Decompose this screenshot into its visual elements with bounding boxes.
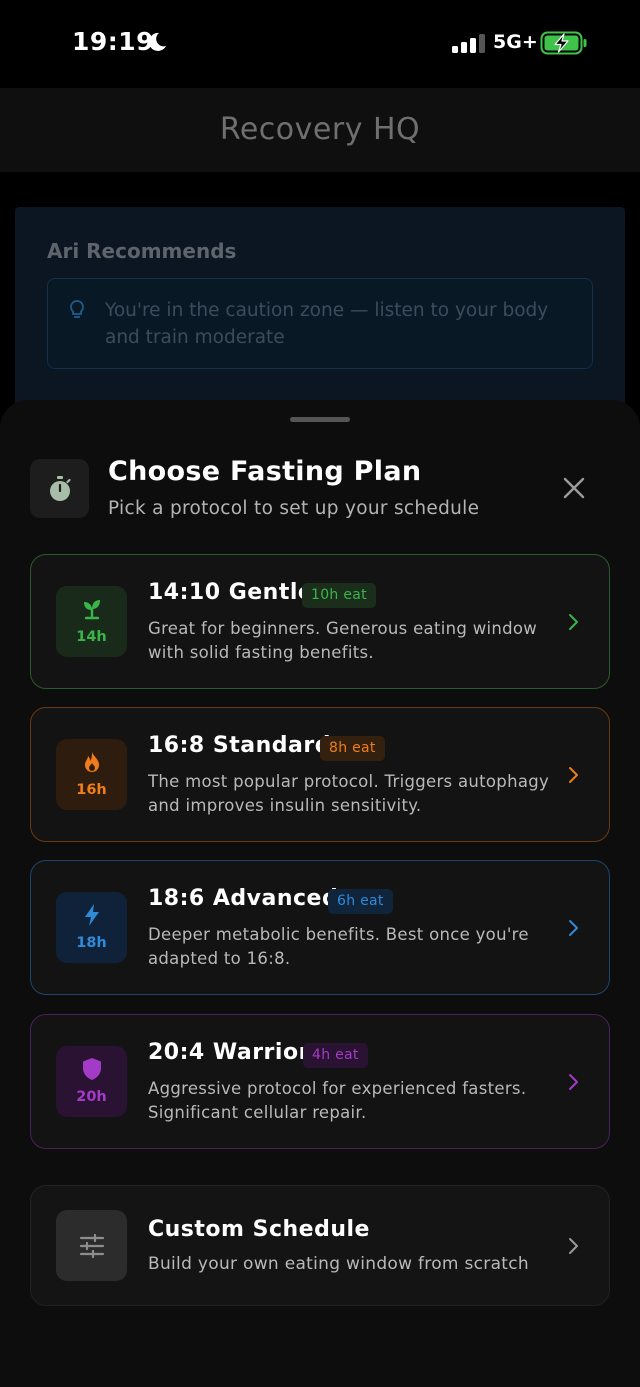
plan-fasting-hours: 16h xyxy=(76,782,107,798)
eating-window-badge: 8h eat xyxy=(320,736,385,761)
custom-schedule-description: Build your own eating window from scratc… xyxy=(148,1254,529,1274)
plan-icon-tile: 14h xyxy=(56,586,127,657)
chevron-right-icon xyxy=(569,920,578,936)
plan-fasting-hours: 18h xyxy=(76,935,107,951)
plan-card-16-8[interactable]: 16h 16:8 Standard 8h eat The most popula… xyxy=(30,707,610,842)
status-bar: 19:19 5G+ xyxy=(0,0,640,88)
plan-name: 14:10 Gentle xyxy=(148,580,314,605)
recommendation-message: You're in the caution zone — listen to y… xyxy=(105,300,549,348)
plan-card-20-4[interactable]: 20h 20:4 Warrior 4h eat Aggressive proto… xyxy=(30,1014,610,1149)
eating-window-badge: 6h eat xyxy=(328,889,393,914)
plan-fasting-hours: 20h xyxy=(76,1089,107,1105)
plan-name: 20:4 Warrior xyxy=(148,1040,310,1065)
plan-name: 18:6 Advanced xyxy=(148,886,339,911)
chevron-right-icon xyxy=(569,1074,578,1090)
plan-description: Deeper metabolic benefits. Best once you… xyxy=(148,925,529,968)
lightning-icon xyxy=(85,904,99,926)
chevron-right-icon xyxy=(569,1238,578,1254)
plan-name: 16:8 Standard xyxy=(148,733,331,758)
battery-charging-icon xyxy=(540,31,587,55)
sheet-title: Choose Fasting Plan xyxy=(108,456,422,487)
plan-icon-tile: 16h xyxy=(56,739,127,810)
drag-handle[interactable] xyxy=(290,417,350,422)
sprout-icon xyxy=(84,600,100,620)
sheet-subtitle: Pick a protocol to set up your schedule xyxy=(108,498,480,519)
recommendation-title: Ari Recommends xyxy=(47,239,237,263)
chevron-right-icon xyxy=(569,767,578,783)
plan-fasting-hours: 14h xyxy=(76,629,107,645)
signal-icon xyxy=(452,33,486,53)
custom-schedule-title: Custom Schedule xyxy=(148,1217,370,1242)
sheet-icon-tile xyxy=(30,459,89,518)
eating-window-badge: 10h eat xyxy=(302,583,376,608)
chevron-right-icon xyxy=(569,614,578,630)
page-title: Recovery HQ xyxy=(219,112,421,147)
plan-description: Aggressive protocol for experienced fast… xyxy=(148,1079,527,1122)
status-time: 19:19 xyxy=(72,27,155,56)
custom-schedule-card[interactable]: Custom Schedule Build your own eating wi… xyxy=(30,1185,610,1306)
eating-window-badge: 4h eat xyxy=(303,1043,368,1068)
plan-icon-tile: 20h xyxy=(56,1046,127,1117)
custom-icon-tile xyxy=(56,1210,127,1281)
shield-icon xyxy=(83,1058,101,1080)
plan-card-18-6[interactable]: 18h 18:6 Advanced 6h eat Deeper metaboli… xyxy=(30,860,610,995)
plan-card-14-10[interactable]: 14h 14:10 Gentle 10h eat Great for begin… xyxy=(30,554,610,689)
stopwatch-icon xyxy=(49,475,71,501)
flame-icon xyxy=(85,752,99,772)
plan-description: Great for beginners. Generous eating win… xyxy=(148,619,538,662)
lightbulb-icon xyxy=(70,300,84,318)
network-label: 5G+ xyxy=(493,31,538,53)
close-icon[interactable] xyxy=(560,474,588,502)
plan-icon-tile: 18h xyxy=(56,892,127,963)
moon-icon xyxy=(148,32,166,51)
sliders-icon xyxy=(79,1233,104,1258)
plan-description: The most popular protocol. Triggers auto… xyxy=(148,772,550,815)
